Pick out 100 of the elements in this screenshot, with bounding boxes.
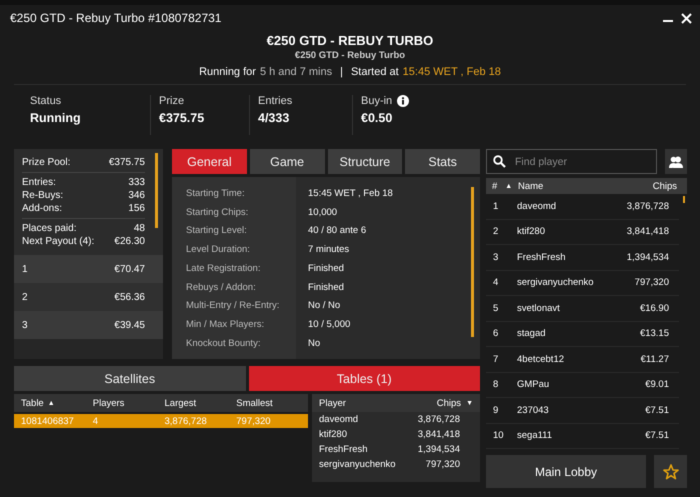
column-header[interactable]: Largest	[164, 398, 196, 408]
player-chips: 3,841,418	[626, 226, 679, 238]
column-header[interactable]: Player	[319, 398, 346, 408]
info-tab[interactable]: General	[172, 149, 247, 174]
detail-value: 10,000	[308, 206, 338, 220]
prize-label: Entries:	[22, 176, 56, 189]
section-tab[interactable]: Tables (1)	[248, 366, 480, 391]
player-row[interactable]: 3 FreshFresh 1,394,534	[486, 245, 679, 270]
player-rank: 5	[492, 302, 500, 314]
player-name: sega111	[517, 430, 554, 442]
column-header[interactable]: Smallest	[236, 398, 273, 408]
column-header[interactable]: Chips	[652, 180, 677, 192]
column-header[interactable]: Chips	[436, 398, 462, 408]
player-chips: €7.51	[645, 404, 679, 416]
tournament-title: €250 GTD - REBUY TURBO	[266, 33, 434, 48]
prize-label: Prize Pool:	[22, 156, 70, 169]
info-tab[interactable]: Structure	[328, 149, 402, 174]
stat-value: 4/333	[258, 111, 290, 125]
player-row[interactable]: 6 stagad €13.15	[486, 322, 679, 347]
scrollbar-thumb[interactable]	[683, 196, 685, 203]
detail-label: Starting Level:	[186, 224, 248, 238]
player-row[interactable]: 5 svetlonavt €16.90	[486, 296, 679, 322]
player-row[interactable]: 7 4betcebt12 €11.27	[486, 347, 679, 372]
detail-value: Finished	[308, 280, 345, 295]
stat-value: €375.75	[159, 111, 206, 125]
player-name: 4betcebt12	[517, 354, 566, 365]
detail-value: 40 / 80 ante 6	[308, 224, 368, 238]
payout-amount: €56.36	[114, 292, 145, 302]
detail-label: Starting Time:	[186, 187, 246, 201]
detail-label: Rebuys / Addon:	[186, 280, 257, 295]
prize-value: 48	[134, 222, 145, 235]
player-name: FreshFresh	[517, 252, 567, 263]
info-icon[interactable]	[397, 95, 410, 107]
player-name: FreshFresh	[319, 443, 368, 457]
player-chips: 1,394,534	[626, 252, 679, 263]
prize-label: Places paid:	[22, 222, 76, 235]
player-rank: 9	[492, 404, 500, 416]
detail-value: No	[308, 336, 322, 351]
favorite-button[interactable]	[654, 455, 687, 488]
column-header[interactable]: Players	[92, 398, 124, 408]
column-header[interactable]: Name	[518, 180, 544, 192]
prize-value: 346	[128, 189, 145, 202]
payout-amount: €39.45	[114, 320, 145, 330]
player-chips: 797,320	[634, 277, 679, 288]
search-icon	[493, 155, 506, 168]
player-row[interactable]: 1 daveomd 3,876,728	[486, 194, 679, 220]
payout-place: 3	[22, 320, 28, 330]
player-row[interactable]: 9 237043 €7.51	[486, 398, 679, 424]
tournament-subtitle: €250 GTD - Rebuy Turbo	[294, 50, 406, 61]
prize-label: Next Payout (4):	[22, 235, 94, 248]
started-label: Started at	[350, 66, 399, 78]
prize-value: €375.75	[108, 156, 145, 169]
scrollbar-thumb[interactable]	[471, 187, 474, 337]
player-row[interactable]: 8 GMPau €9.01	[486, 372, 679, 398]
column-header[interactable]: Table	[21, 398, 44, 408]
stat-value: Running	[30, 111, 82, 125]
prize-label: Add-ons:	[22, 202, 62, 215]
prize-value: 333	[128, 176, 145, 189]
info-tab[interactable]: Stats	[405, 149, 480, 174]
stat-label: Prize	[159, 95, 184, 107]
stat-label: Entries	[258, 95, 292, 107]
player-row[interactable]: 2 ktif280 3,841,418	[486, 220, 679, 245]
close-icon[interactable]	[681, 12, 692, 24]
main-lobby-button[interactable]: Main Lobby	[486, 455, 646, 488]
section-tab[interactable]: Satellites	[14, 366, 246, 391]
player-chips: 797,320	[426, 457, 460, 472]
prize-value: €26.30	[114, 235, 145, 248]
search-field[interactable]: Find player	[486, 149, 657, 174]
table-cell-text: 1081406837	[21, 416, 75, 426]
player-row[interactable]: 10 sega111 €7.51	[486, 424, 679, 449]
payout-amount: €70.47	[114, 264, 145, 274]
users-button[interactable]	[665, 149, 687, 174]
player-rank: 7	[492, 354, 500, 365]
player-name: stagad	[517, 328, 547, 340]
player-rank: 1	[492, 200, 500, 212]
player-chips: 3,876,728	[626, 200, 679, 212]
detail-label: Level Duration:	[186, 243, 251, 258]
detail-value: No / No	[308, 299, 342, 314]
player-chips: 3,841,418	[418, 427, 460, 442]
detail-value: 15:45 WET , Feb 18	[308, 187, 393, 201]
payout-place: 1	[22, 264, 28, 274]
prize-value: 156	[128, 202, 145, 215]
table-cell-text: 3,876,728	[164, 416, 208, 426]
stat-label: Buy-in	[361, 95, 392, 107]
column-header[interactable]: #	[492, 180, 498, 192]
detail-label: Knockout Bounty:	[186, 336, 262, 351]
player-rank: 4	[492, 277, 500, 288]
detail-value: 10 / 5,000	[308, 318, 352, 332]
player-row[interactable]: 4 sergivanyuchenko 797,320	[486, 270, 679, 296]
player-rank: 8	[492, 379, 500, 390]
info-tab[interactable]: Game	[250, 149, 324, 174]
detail-value: Finished	[308, 262, 345, 276]
player-chips: €7.51	[645, 430, 679, 442]
player-name: daveomd	[517, 200, 558, 212]
player-chips: 3,876,728	[418, 412, 460, 427]
player-name: GMPau	[517, 379, 550, 390]
scrollbar-thumb[interactable]	[155, 153, 158, 228]
stat-label: Status	[30, 95, 62, 107]
player-rank: 10	[492, 430, 505, 442]
player-rank: 3	[492, 252, 500, 263]
